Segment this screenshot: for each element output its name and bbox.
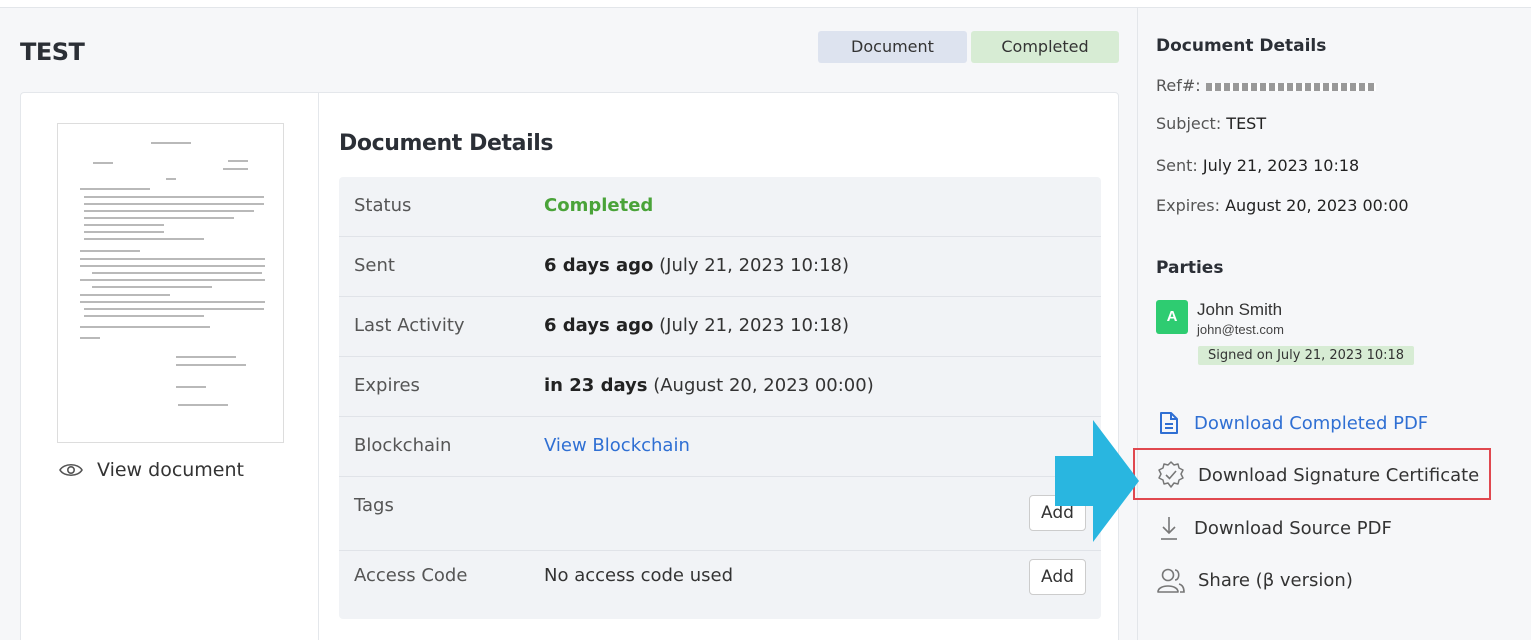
top-bar [0,0,1531,8]
main-pane: TEST Document Completed View document Do… [0,8,1137,640]
table-row: Access Code No access code used Add [339,551,1101,619]
status-badge: Completed [971,31,1119,63]
subject-line: Subject: TEST [1156,114,1267,133]
table-row: Last Activity 6 days ago (July 21, 2023 … [339,297,1101,357]
table-row: Tags Add [339,477,1101,551]
add-access-code-button[interactable]: Add [1029,559,1086,595]
highlight-box [1133,448,1491,500]
eye-icon [59,463,83,477]
document-thumbnail[interactable] [57,123,284,443]
sent-line: Sent: July 21, 2023 10:18 [1156,156,1360,175]
row-label: Expires [354,375,420,396]
document-card: View document Document Details Status Co… [20,92,1119,640]
signed-badge: Signed on July 21, 2023 10:18 [1198,346,1415,365]
expires-line: Expires: August 20, 2023 00:00 [1156,196,1409,215]
view-document-label: View document [97,459,244,481]
table-row: Expires in 23 days (August 20, 2023 00:0… [339,357,1101,417]
download-icon [1161,517,1177,540]
row-label: Sent [354,255,395,276]
details-table: Status Completed Sent 6 days ago (July 2… [339,177,1101,619]
row-label: Access Code [354,565,468,586]
row-label: Status [354,195,412,216]
table-row: Blockchain View Blockchain [339,417,1101,477]
avatar: A [1156,300,1188,334]
view-blockchain-link[interactable]: View Blockchain [544,435,690,456]
redacted-ref [1205,82,1376,91]
view-document-link[interactable]: View document [59,459,244,481]
details-heading: Document Details [339,131,554,156]
row-label: Blockchain [354,435,452,456]
row-label: Last Activity [354,315,465,336]
sidebar-heading: Document Details [1156,36,1327,56]
party-email: john@test.com [1197,322,1284,337]
page-title: TEST [20,38,85,66]
download-source-pdf-link[interactable]: Download Source PDF [1156,514,1392,542]
parties-heading: Parties [1156,258,1224,278]
sent-value: 6 days ago (July 21, 2023 10:18) [544,255,849,276]
preview-panel: View document [21,93,319,640]
users-icon [1157,568,1185,593]
expires-value: in 23 days (August 20, 2023 00:00) [544,375,874,396]
download-completed-pdf-link[interactable]: Download Completed PDF [1156,410,1428,436]
table-row: Status Completed [339,177,1101,237]
status-value: Completed [544,195,654,216]
type-badge: Document [818,31,967,63]
table-row: Sent 6 days ago (July 21, 2023 10:18) [339,237,1101,297]
ref-line: Ref#: [1156,76,1376,95]
sidebar: Document Details Ref#: Subject: TEST Sen… [1137,8,1531,640]
share-link[interactable]: Share (β version) [1156,566,1353,594]
file-text-icon [1160,412,1178,434]
last-activity-value: 6 days ago (July 21, 2023 10:18) [544,315,849,336]
party-name: John Smith [1197,300,1283,319]
arrow-pointer-icon [1055,420,1139,542]
access-code-value: No access code used [544,565,733,586]
row-label: Tags [354,495,394,516]
